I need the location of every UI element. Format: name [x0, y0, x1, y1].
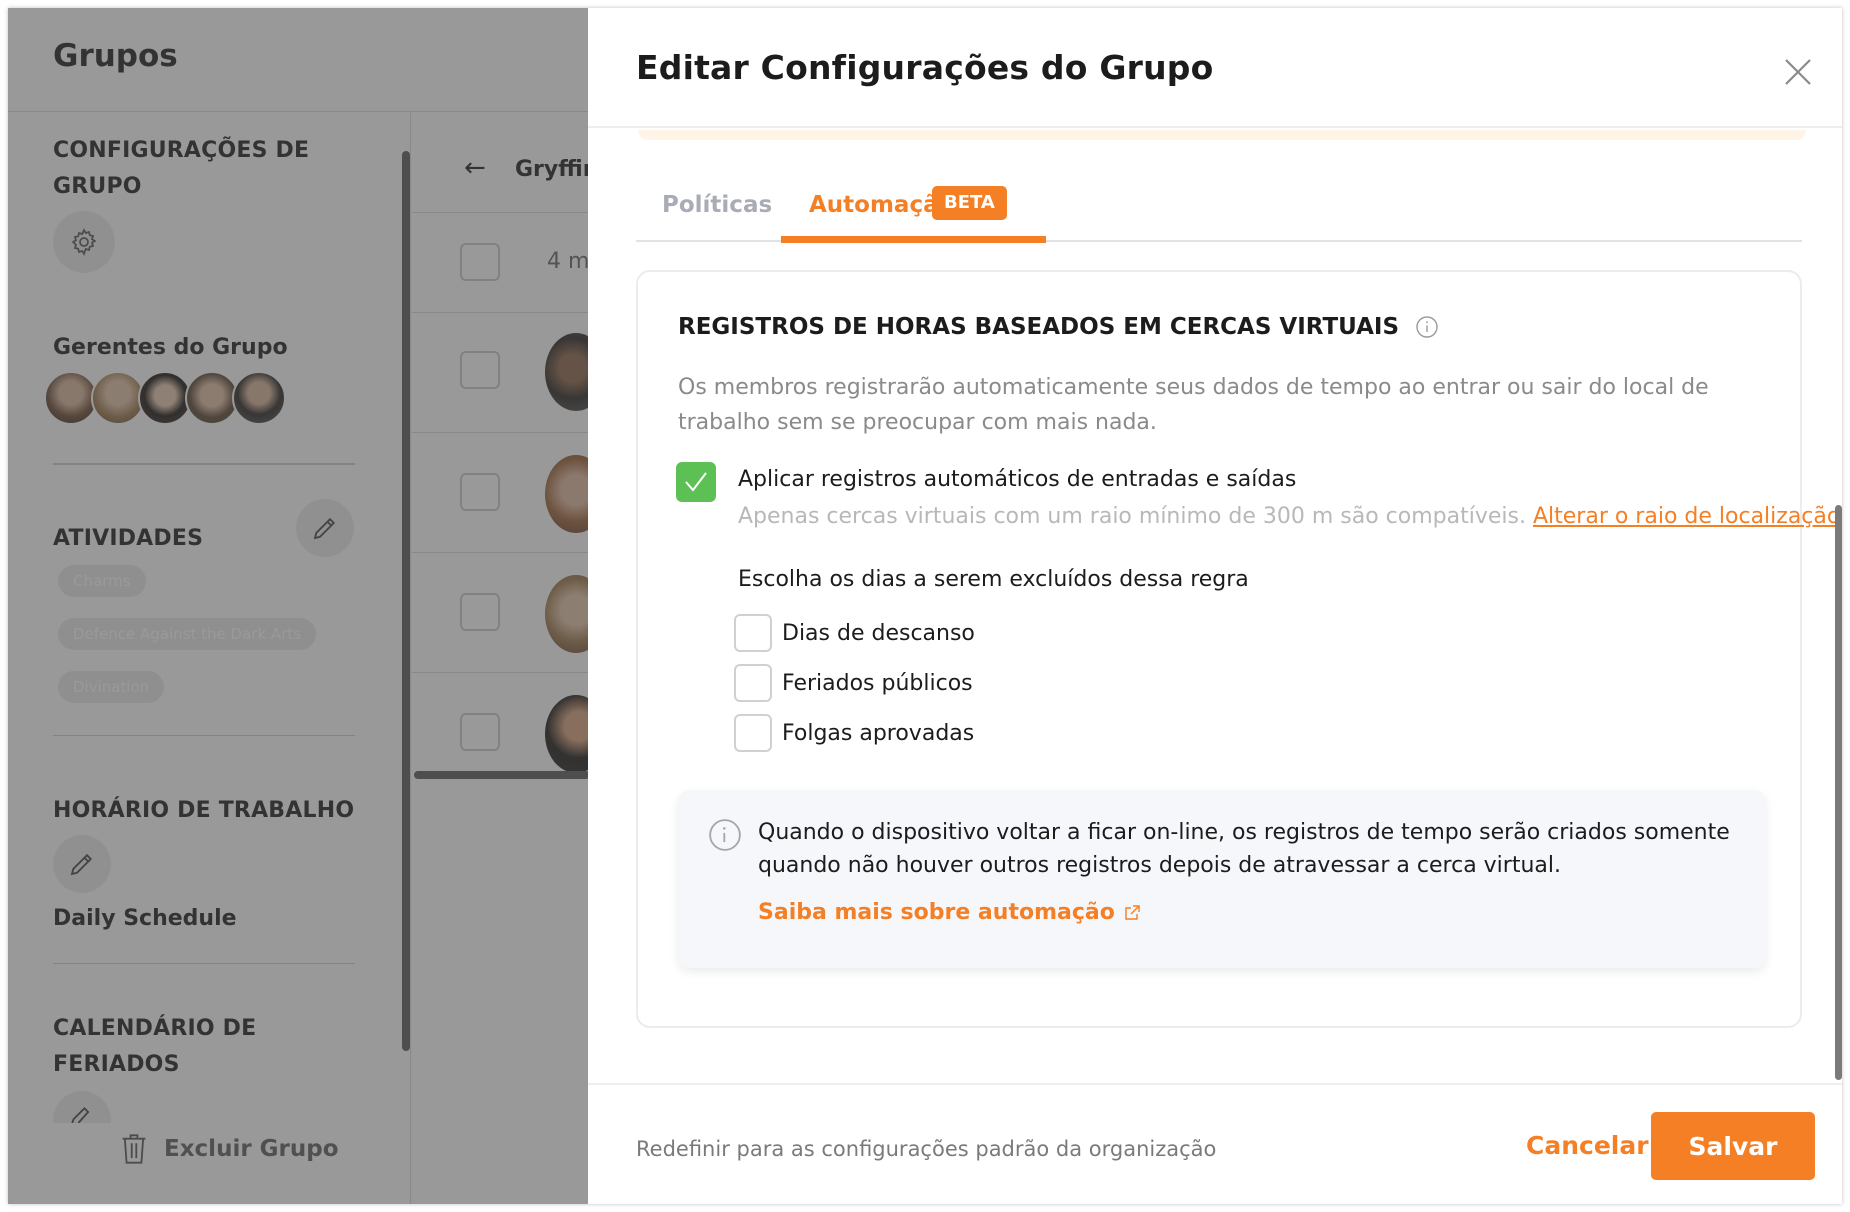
external-link-icon — [1125, 904, 1140, 920]
settings-tabs: Políticas Automação BETA — [636, 178, 1802, 243]
section-title-text: REGISTROS DE HORAS BASEADOS EM CERCAS VI… — [678, 314, 1400, 340]
tab-policies[interactable]: Políticas — [662, 192, 772, 218]
modal-scrollbar[interactable] — [1835, 505, 1842, 1080]
learn-more-label: Saiba mais sobre automação — [758, 900, 1115, 925]
notice-strip — [638, 130, 1806, 140]
close-button[interactable] — [1778, 52, 1818, 92]
modal-footer: Redefinir para as configurações padrão d… — [588, 1083, 1842, 1204]
reset-to-defaults-link[interactable]: Redefinir para as configurações padrão d… — [636, 1137, 1216, 1161]
option-label: Feriados públicos — [782, 670, 973, 696]
close-icon — [1785, 59, 1811, 85]
change-radius-link[interactable]: Alterar o raio de localização — [1533, 504, 1840, 529]
auto-clock-label[interactable]: Aplicar registros automáticos de entrada… — [738, 467, 1296, 492]
section-title: REGISTROS DE HORAS BASEADOS EM CERCAS VI… — [678, 314, 1439, 340]
beta-badge: BETA — [932, 186, 1007, 220]
exclude-approved-leave-option[interactable]: Folgas aprovadas — [734, 714, 974, 752]
modal-title: Editar Configurações do Grupo — [636, 48, 1214, 87]
cancel-button[interactable]: Cancelar — [1526, 1131, 1649, 1160]
modal-backdrop[interactable] — [8, 8, 588, 1204]
exclude-rest-days-option[interactable]: Dias de descanso — [734, 614, 975, 652]
option-label: Folgas aprovadas — [782, 720, 975, 746]
rest-days-checkbox[interactable] — [734, 614, 772, 652]
groups-page: Grupos CONFIGURAÇÕES DE GRUPO Gerentes d… — [8, 8, 672, 1204]
learn-more-link[interactable]: Saiba mais sobre automação — [758, 900, 1141, 925]
geofence-section: REGISTROS DE HORAS BASEADOS EM CERCAS VI… — [636, 270, 1840, 1028]
info-icon — [709, 819, 741, 851]
section-description: Os membros registrarão automaticamente s… — [678, 375, 1709, 435]
save-button[interactable]: Salvar — [1651, 1112, 1815, 1180]
info-icon[interactable] — [1415, 315, 1439, 339]
active-tab-indicator — [781, 236, 1046, 243]
info-text: Quando o dispositivo voltar a ficar on-l… — [758, 820, 1730, 878]
public-holidays-checkbox[interactable] — [734, 664, 772, 702]
option-label: Dias de descanso — [782, 620, 975, 646]
offline-info-box: Quando o dispositivo voltar a ficar on-l… — [678, 790, 1766, 968]
edit-group-settings-modal: Editar Configurações do Grupo Políticas … — [588, 8, 1842, 1204]
exclude-days-title: Escolha os dias a serem excluídos dessa … — [738, 567, 1249, 592]
auto-clock-checkbox[interactable] — [676, 462, 716, 502]
auto-clock-note-text: Apenas cercas virtuais com um raio mínim… — [738, 504, 1526, 529]
exclude-public-holidays-option[interactable]: Feriados públicos — [734, 664, 973, 702]
modal-header: Editar Configurações do Grupo — [588, 8, 1842, 128]
auto-clock-note: Apenas cercas virtuais com um raio mínim… — [738, 504, 1840, 529]
app-window: Grupos CONFIGURAÇÕES DE GRUPO Gerentes d… — [8, 8, 1842, 1204]
check-icon — [685, 472, 707, 492]
approved-leave-checkbox[interactable] — [734, 714, 772, 752]
